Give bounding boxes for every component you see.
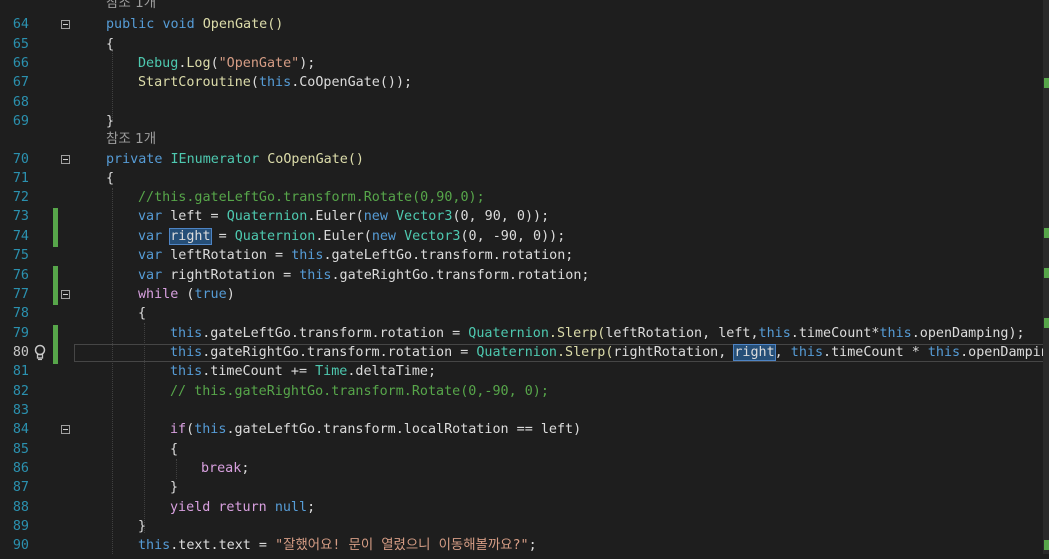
code-line: 84 if(this.gateLeftGo.transform.localRot…	[0, 420, 1049, 439]
status-bar	[0, 554, 1049, 559]
change-overview-marker	[1044, 318, 1049, 328]
code-line: 73 var left = Quaternion.Euler(new Vecto…	[0, 207, 1049, 226]
line-number: 80	[12, 345, 29, 360]
code-text: while (true)	[138, 287, 235, 302]
code-line: 89 }	[0, 517, 1049, 536]
change-overview-marker	[1044, 540, 1049, 550]
code-line: 66 Debug.Log("OpenGate");	[0, 54, 1049, 73]
collapse-icon[interactable]	[61, 20, 70, 29]
line-number: 69	[12, 114, 29, 129]
change-overview-marker	[1044, 228, 1049, 238]
code-text: // this.gateRightGo.transform.Rotate(0,-…	[170, 384, 549, 399]
line-number: 79	[12, 326, 29, 341]
code-line: 83	[0, 401, 1049, 420]
code-line: 86 break;	[0, 459, 1049, 478]
line-number: 66	[12, 56, 29, 71]
code-text: Debug.Log("OpenGate");	[138, 56, 316, 71]
line-number: 73	[12, 209, 29, 224]
code-text: var rightRotation = this.gateRightGo.tra…	[138, 268, 590, 283]
line-number: 89	[12, 519, 29, 534]
code-line: 90 this.text.text = "잘했어요! 문이 열렸으니 이동해볼까…	[0, 536, 1049, 555]
line-number: 88	[12, 500, 29, 515]
code-line: 65 {	[0, 35, 1049, 54]
code-line: 72 //this.gateLeftGo.transform.Rotate(0,…	[0, 188, 1049, 207]
code-line: 69 }	[0, 112, 1049, 131]
code-line: 85 {	[0, 440, 1049, 459]
code-text: this.gateLeftGo.transform.rotation = Qua…	[170, 326, 1025, 341]
line-number: 65	[12, 37, 29, 52]
line-number: 90	[12, 538, 29, 553]
code-text: break;	[201, 461, 250, 476]
collapse-icon[interactable]	[61, 290, 70, 299]
code-line: 87 }	[0, 478, 1049, 497]
code-line: 64 public void OpenGate()	[0, 15, 1049, 34]
code-text: }	[106, 114, 115, 129]
code-line: 75 var leftRotation = this.gateLeftGo.tr…	[0, 246, 1049, 265]
collapse-icon[interactable]	[61, 425, 70, 434]
code-text: var leftRotation = this.gateLeftGo.trans…	[138, 248, 574, 263]
code-line: 67 StartCoroutine(this.CoOpenGate());	[0, 73, 1049, 92]
code-editor[interactable]: 참조 1개 64 public void OpenGate() 65 { 66 …	[0, 0, 1049, 559]
code-line: 81 this.timeCount += Time.deltaTime;	[0, 362, 1049, 381]
code-text: {	[106, 37, 115, 52]
code-line: 77 while (true)	[0, 285, 1049, 304]
code-text: }	[138, 519, 147, 534]
line-number: 68	[12, 95, 29, 110]
code-text: yield return null;	[170, 500, 316, 515]
code-text: {	[138, 306, 147, 321]
line-number: 75	[12, 248, 29, 263]
collapse-icon[interactable]	[61, 155, 70, 164]
code-line: 74 var right = Quaternion.Euler(new Vect…	[0, 227, 1049, 246]
line-number: 87	[12, 480, 29, 495]
code-text: }	[170, 480, 179, 495]
line-number: 64	[12, 17, 29, 32]
line-number: 86	[12, 461, 29, 476]
line-number: 81	[12, 364, 29, 379]
line-number: 67	[12, 75, 29, 90]
code-text: //this.gateLeftGo.transform.Rotate(0,90,…	[138, 190, 485, 205]
code-line: 78 {	[0, 304, 1049, 323]
line-number: 84	[12, 422, 29, 437]
code-line-current: 80 this.gateRightGo.transform.rotation =…	[0, 343, 1049, 362]
code-text: if(this.gateLeftGo.transform.localRotati…	[170, 422, 582, 437]
code-text: this.gateRightGo.transform.rotation = Qu…	[170, 344, 1049, 361]
line-number: 82	[12, 384, 29, 399]
line-number: 71	[12, 171, 29, 186]
code-line: 76 var rightRotation = this.gateRightGo.…	[0, 266, 1049, 285]
line-number: 74	[12, 229, 29, 244]
codelens-references[interactable]: 참조 1개	[106, 0, 156, 13]
code-text: StartCoroutine(this.CoOpenGate());	[138, 75, 413, 90]
line-number: 78	[12, 306, 29, 321]
line-number: 72	[12, 190, 29, 205]
code-text: {	[170, 442, 179, 457]
code-text: var right = Quaternion.Euler(new Vector3…	[138, 228, 566, 245]
code-line: 68	[0, 93, 1049, 112]
line-number: 70	[12, 152, 29, 167]
line-number: 83	[12, 403, 29, 418]
code-line: 71 {	[0, 169, 1049, 188]
code-text: this.timeCount += Time.deltaTime;	[170, 364, 437, 379]
change-overview-marker	[1044, 268, 1049, 278]
code-line: 88 yield return null;	[0, 498, 1049, 517]
code-line: 82 // this.gateRightGo.transform.Rotate(…	[0, 382, 1049, 401]
code-text: private IEnumerator CoOpenGate()	[106, 152, 364, 167]
line-number: 85	[12, 442, 29, 457]
codelens-references[interactable]: 참조 1개	[106, 130, 156, 149]
change-overview-marker	[1044, 78, 1049, 88]
code-text: public void OpenGate()	[106, 17, 284, 32]
code-text: {	[106, 171, 115, 186]
line-number: 76	[12, 268, 29, 283]
vertical-scrollbar[interactable]	[1043, 0, 1049, 559]
code-text: this.text.text = "잘했어요! 문이 열렸으니 이동해볼까요?"…	[138, 538, 537, 553]
code-line: 70 private IEnumerator CoOpenGate()	[0, 150, 1049, 169]
code-line: 79 this.gateLeftGo.transform.rotation = …	[0, 324, 1049, 343]
code-text: var left = Quaternion.Euler(new Vector3(…	[138, 209, 550, 224]
line-number: 77	[12, 287, 29, 302]
